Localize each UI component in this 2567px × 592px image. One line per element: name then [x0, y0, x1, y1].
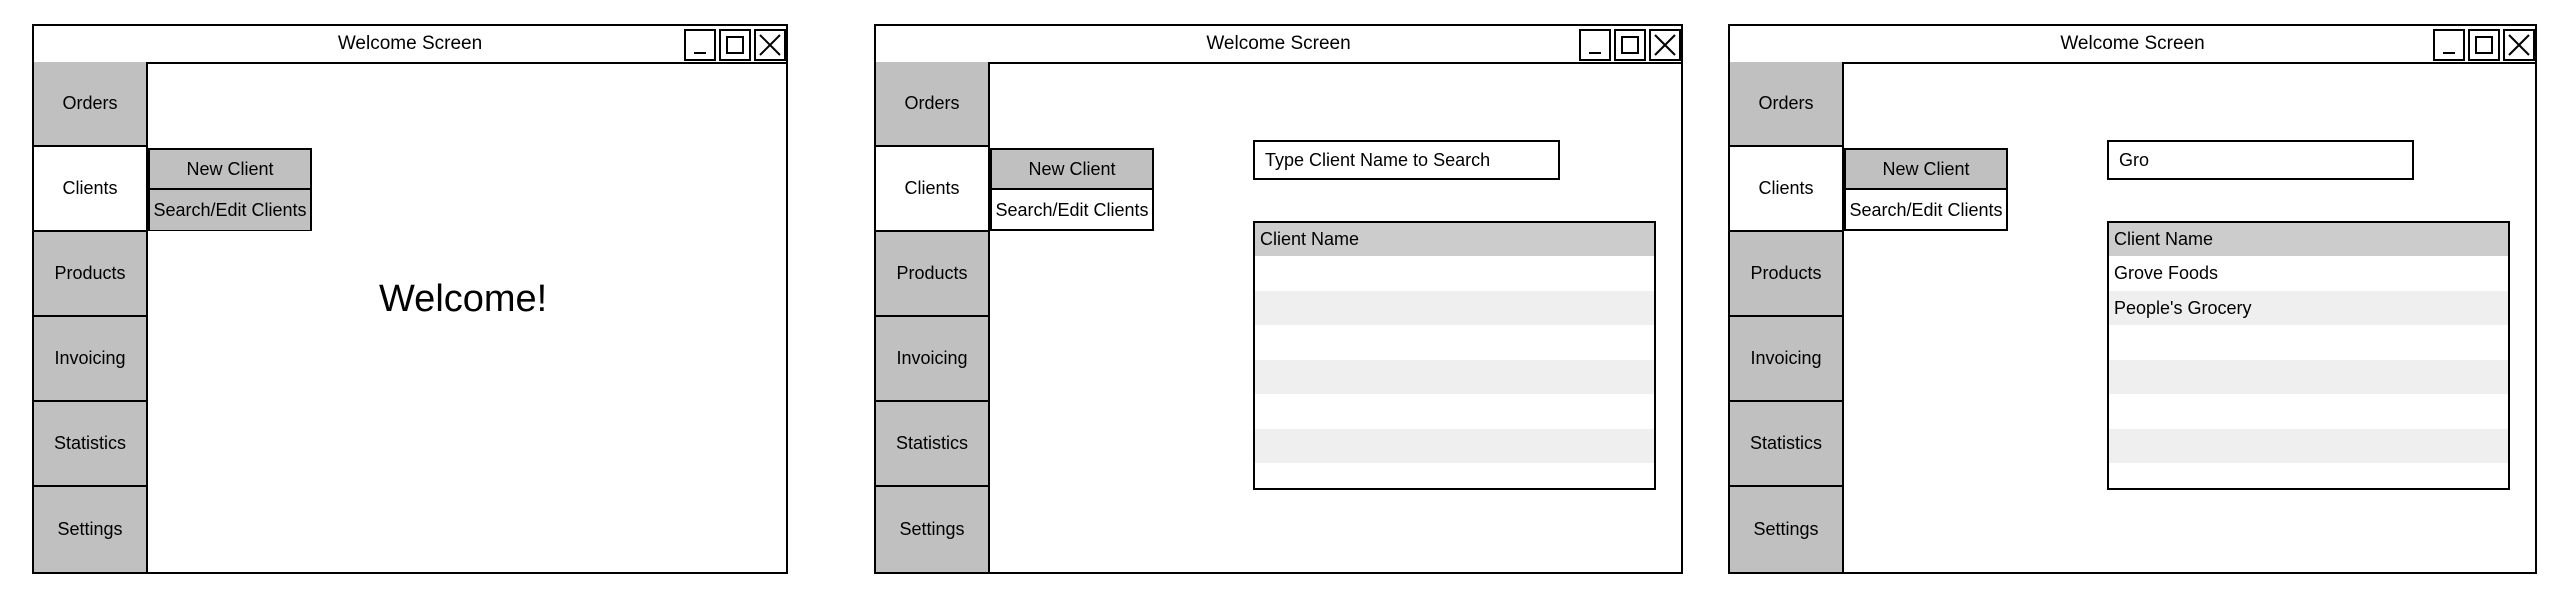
minimize-icon — [694, 52, 706, 54]
table-row[interactable] — [1255, 325, 1654, 360]
submenu-search-edit-clients[interactable]: Search/Edit Clients — [992, 190, 1152, 230]
close-button[interactable] — [1649, 29, 1681, 61]
table-row[interactable] — [2109, 428, 2508, 463]
minimize-button[interactable] — [1579, 29, 1611, 61]
submenu-search-edit-clients[interactable]: Search/Edit Clients — [1846, 190, 2006, 230]
maximize-icon — [2475, 36, 2493, 54]
maximize-button[interactable] — [719, 29, 751, 61]
maximize-button[interactable] — [2468, 29, 2500, 61]
maximize-button[interactable] — [1614, 29, 1646, 61]
clients-submenu: New Client Search/Edit Clients — [148, 148, 312, 231]
table-row[interactable] — [1255, 290, 1654, 325]
close-icon — [759, 34, 781, 56]
sidebar-item-invoicing[interactable]: Invoicing — [876, 317, 988, 402]
maximize-icon — [726, 36, 744, 54]
sidebar: Orders Clients Products Invoicing Statis… — [1730, 62, 1844, 572]
title-bar: Welcome Screen — [876, 26, 1681, 64]
sidebar: Orders Clients Products Invoicing Statis… — [34, 62, 148, 572]
close-icon — [2508, 34, 2530, 56]
sidebar-item-products[interactable]: Products — [1730, 232, 1842, 317]
title-bar: Welcome Screen — [1730, 26, 2535, 64]
table-row[interactable] — [1255, 394, 1654, 429]
close-button[interactable] — [754, 29, 786, 61]
sidebar-item-statistics[interactable]: Statistics — [1730, 402, 1842, 487]
sidebar-item-orders[interactable]: Orders — [1730, 62, 1842, 147]
table-row[interactable]: Grove Foods — [2109, 256, 2508, 291]
sidebar-item-settings[interactable]: Settings — [34, 487, 146, 572]
window-title: Welcome Screen — [337, 33, 483, 54]
window-title: Welcome Screen — [2060, 33, 2205, 54]
table-row[interactable] — [1255, 463, 1654, 488]
table-row[interactable] — [2109, 359, 2508, 394]
title-bar: Welcome Screen — [34, 26, 786, 64]
table-row[interactable]: People's Grocery — [2109, 290, 2508, 325]
table-header-client-name: Client Name — [2109, 223, 2508, 256]
sidebar-item-orders[interactable]: Orders — [876, 62, 988, 147]
close-icon — [1654, 34, 1676, 56]
sidebar-item-invoicing[interactable]: Invoicing — [1730, 317, 1842, 402]
sidebar-item-invoicing[interactable]: Invoicing — [34, 317, 146, 402]
table-row[interactable] — [2109, 463, 2508, 488]
sidebar-item-statistics[interactable]: Statistics — [34, 402, 146, 487]
submenu-new-client[interactable]: New Client — [150, 150, 310, 190]
table-row[interactable] — [1255, 359, 1654, 394]
client-results-table: Client Name Grove Foods People's Grocery — [2107, 221, 2510, 490]
submenu-new-client[interactable]: New Client — [1846, 150, 2006, 190]
sidebar-item-clients[interactable]: Clients — [34, 147, 146, 232]
table-header-client-name: Client Name — [1255, 223, 1654, 256]
minimize-icon — [1589, 52, 1601, 54]
clients-submenu: New Client Search/Edit Clients — [990, 148, 1154, 231]
window-client-search-empty: Welcome Screen Orders Clients Products I… — [874, 24, 1683, 574]
window-title: Welcome Screen — [1206, 33, 1351, 54]
submenu-new-client[interactable]: New Client — [992, 150, 1152, 190]
client-search-input[interactable]: Type Client Name to Search — [1253, 140, 1560, 180]
sidebar-item-settings[interactable]: Settings — [876, 487, 988, 572]
sidebar-item-products[interactable]: Products — [876, 232, 988, 317]
minimize-icon — [2443, 52, 2455, 54]
clients-submenu: New Client Search/Edit Clients — [1844, 148, 2008, 231]
welcome-message: Welcome! — [379, 278, 548, 320]
sidebar-item-products[interactable]: Products — [34, 232, 146, 317]
sidebar-item-statistics[interactable]: Statistics — [876, 402, 988, 487]
minimize-button[interactable] — [684, 29, 716, 61]
sidebar-item-clients[interactable]: Clients — [876, 147, 988, 232]
submenu-search-edit-clients[interactable]: Search/Edit Clients — [150, 190, 310, 230]
sidebar-item-clients[interactable]: Clients — [1730, 147, 1842, 232]
close-button[interactable] — [2503, 29, 2535, 61]
window-client-search-results: Welcome Screen Orders Clients Products I… — [1728, 24, 2537, 574]
table-row[interactable] — [2109, 394, 2508, 429]
client-search-input[interactable]: Gro — [2107, 140, 2414, 180]
sidebar-item-settings[interactable]: Settings — [1730, 487, 1842, 572]
table-row[interactable] — [2109, 325, 2508, 360]
client-results-table: Client Name — [1253, 221, 1656, 490]
sidebar: Orders Clients Products Invoicing Statis… — [876, 62, 990, 572]
maximize-icon — [1621, 36, 1639, 54]
sidebar-item-orders[interactable]: Orders — [34, 62, 146, 147]
minimize-button[interactable] — [2433, 29, 2465, 61]
table-row[interactable] — [1255, 428, 1654, 463]
window-welcome: Welcome Screen Orders Clients Products I… — [32, 24, 788, 574]
table-row[interactable] — [1255, 256, 1654, 291]
